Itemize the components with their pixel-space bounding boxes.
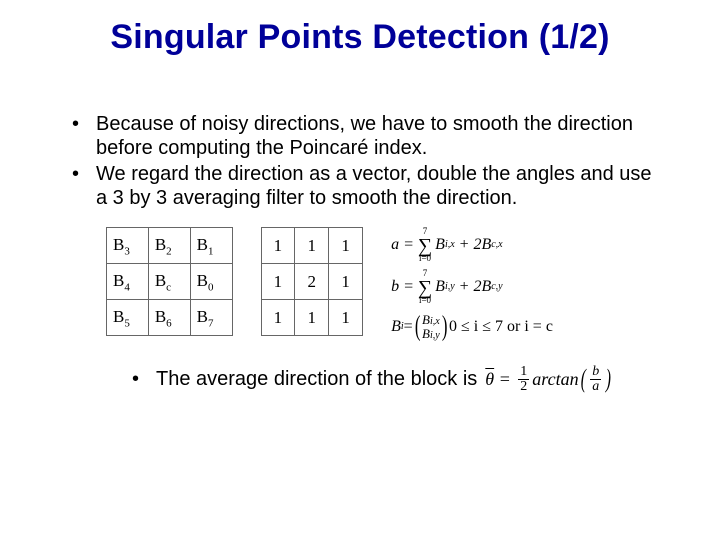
cell: B0 [190, 264, 232, 300]
cell: B5 [107, 300, 149, 336]
cell: 1 [261, 228, 295, 264]
bottom-text: The average direction of the block is [120, 368, 477, 391]
bottom-bullet: The average direction of the block is θ … [60, 357, 660, 394]
bullet-item: We regard the direction as a vector, dou… [60, 163, 660, 210]
cell: B3 [107, 228, 149, 264]
equation-c: Bi = ( Bi,x Bi,y ) 0 ≤ i ≤ 7 or i = c [391, 313, 553, 341]
tables-row: B3 B2 B1 B4 Bc B0 B5 B6 B7 1 1 1 1 [60, 213, 660, 357]
cell: 1 [295, 228, 329, 264]
equation-block: a = 7∑i=0 Bi,x + 2Bc,x b = 7∑i=0 Bi,y + … [391, 227, 660, 347]
cell: 1 [329, 264, 363, 300]
equation-a: a = 7∑i=0 Bi,x + 2Bc,x [391, 227, 503, 263]
cell: 1 [261, 300, 295, 336]
cell: B7 [190, 300, 232, 336]
neighbor-table: B3 B2 B1 B4 Bc B0 B5 B6 B7 [106, 227, 233, 336]
cell: Bc [148, 264, 190, 300]
bullet-list: Because of noisy directions, we have to … [60, 113, 660, 210]
cell: 1 [329, 228, 363, 264]
slide-body: Because of noisy directions, we have to … [0, 57, 720, 394]
cell: B2 [148, 228, 190, 264]
avg-direction-formula: θ = 12 arctan ( ba ) [485, 365, 613, 394]
cell: B6 [148, 300, 190, 336]
cell: B4 [107, 264, 149, 300]
cell: B1 [190, 228, 232, 264]
equation-b: b = 7∑i=0 Bi,y + 2Bc,y [391, 269, 503, 305]
bullet-item: Because of noisy directions, we have to … [60, 113, 660, 160]
cell: 1 [295, 300, 329, 336]
kernel-table: 1 1 1 1 2 1 1 1 1 [261, 227, 364, 336]
cell: 2 [295, 264, 329, 300]
cell: 1 [329, 300, 363, 336]
slide-title: Singular Points Detection (1/2) [0, 0, 720, 57]
cell: 1 [261, 264, 295, 300]
